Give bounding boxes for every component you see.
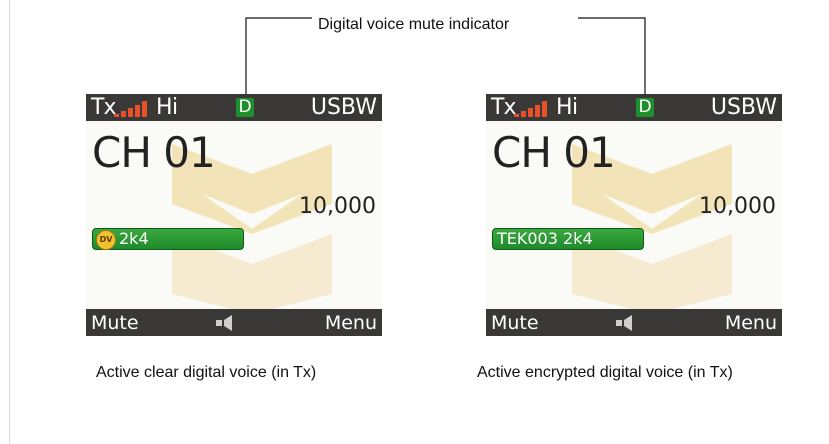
softkey-bar: Mute Menu xyxy=(86,309,382,336)
voice-status-pill: TEK003 2k4 xyxy=(492,228,644,250)
power-level: Hi xyxy=(156,95,178,120)
callout-label: Digital voice mute indicator xyxy=(318,16,510,33)
softkey-bar: Mute Menu xyxy=(486,309,782,336)
encryption-key-rate: TEK003 2k4 xyxy=(497,229,593,248)
tx-indicator: Tx xyxy=(491,95,516,120)
menu-softkey[interactable]: Menu xyxy=(725,312,777,334)
digital-voice-mute-indicator: D xyxy=(236,98,254,117)
voice-rate: 2k4 xyxy=(119,229,149,248)
caption-encrypted: Active encrypted digital voice (in Tx) xyxy=(477,364,733,381)
radio-screen-encrypted: Tx Hi D USBW CH 01 10,000 TEK003 2k4 Mut… xyxy=(486,94,782,336)
speaker-icon xyxy=(216,315,232,331)
speaker-icon xyxy=(616,315,632,331)
radio-screen-clear: Tx Hi D USBW CH 01 10,000 DV 2k4 Mute Me… xyxy=(86,94,382,336)
mute-softkey[interactable]: Mute xyxy=(91,312,139,334)
frequency: 10,000 xyxy=(699,194,776,219)
status-bar: Tx Hi D USBW xyxy=(486,94,782,121)
frequency: 10,000 xyxy=(299,194,376,219)
mute-softkey[interactable]: Mute xyxy=(491,312,539,334)
caption-clear: Active clear digital voice (in Tx) xyxy=(96,364,317,381)
channel-name: CH 01 xyxy=(92,128,216,177)
signal-strength-icon xyxy=(514,101,547,117)
tx-indicator: Tx xyxy=(91,95,116,120)
menu-softkey[interactable]: Menu xyxy=(325,312,377,334)
channel-name: CH 01 xyxy=(492,128,616,177)
digital-voice-mute-indicator: D xyxy=(636,98,654,117)
signal-strength-icon xyxy=(114,101,147,117)
mode-label: USBW xyxy=(310,95,377,120)
power-level: Hi xyxy=(556,95,578,120)
mode-label: USBW xyxy=(710,95,777,120)
status-bar: Tx Hi D USBW xyxy=(86,94,382,121)
voice-status-pill: DV 2k4 xyxy=(92,228,244,250)
digital-voice-icon: DV xyxy=(96,230,116,250)
mute-indicator-callout: Digital voice mute indicator xyxy=(0,8,829,98)
